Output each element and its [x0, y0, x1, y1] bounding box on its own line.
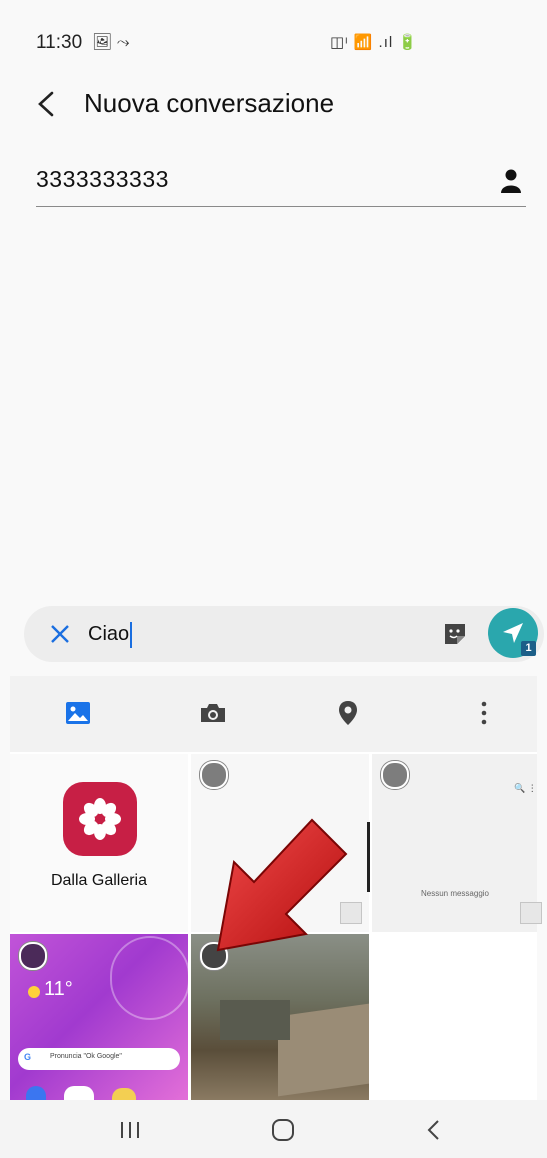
sticker-button[interactable] — [439, 618, 471, 650]
wallpaper-swirl — [110, 936, 190, 1020]
tab-location[interactable] — [323, 690, 373, 736]
more-options-button[interactable] — [459, 690, 509, 736]
flower-icon — [79, 798, 121, 840]
weather-temperature: 11° — [44, 978, 73, 1000]
text-cursor — [130, 621, 133, 648]
sticker-icon — [445, 624, 465, 644]
select-checkbox[interactable] — [19, 942, 47, 970]
sun-icon — [28, 986, 40, 998]
back-arrow-icon — [38, 91, 54, 117]
recent-apps-button[interactable] — [100, 1110, 160, 1150]
status-bar: 11:30 🖼 ⤳ ◫ᶦ 📶 .ıl 🔋 — [0, 0, 547, 80]
location-pin-icon — [339, 701, 357, 725]
message-input[interactable]: Ciao — [88, 619, 418, 649]
thumbnail-edge — [367, 822, 370, 892]
person-icon — [501, 169, 521, 193]
rooftop-shape — [278, 1003, 369, 1097]
contact-picker-button[interactable] — [494, 163, 528, 199]
back-nav-button[interactable] — [404, 1110, 464, 1150]
select-checkbox[interactable] — [200, 761, 228, 789]
expand-icon[interactable] — [520, 902, 542, 924]
gallery-app-icon — [63, 782, 137, 856]
search-pill-text: Pronuncia "Ok Google" — [50, 1053, 122, 1060]
image-icon — [66, 702, 90, 724]
red-arrow-icon — [216, 818, 348, 952]
app-icon — [112, 1088, 136, 1100]
message-text: Ciao — [88, 623, 130, 645]
camera-icon — [201, 704, 225, 722]
app-icon — [26, 1086, 46, 1100]
app-icon — [64, 1086, 94, 1100]
more-vertical-icon — [481, 701, 487, 725]
status-time: 11:30 — [36, 32, 83, 53]
recents-icon — [121, 1122, 139, 1138]
tree-shape — [220, 1000, 290, 1040]
page-title: Nuova conversazione — [84, 88, 335, 118]
gallery-label: Dalla Galleria — [50, 872, 148, 889]
recipient-field[interactable]: 3333333333 — [36, 166, 169, 193]
send-sim-badge: 1 — [521, 641, 536, 656]
back-button[interactable] — [26, 82, 66, 126]
google-g-icon: G — [24, 1052, 32, 1062]
select-checkbox[interactable] — [381, 761, 409, 789]
notification-icons: 🖼 ⤳ — [92, 34, 130, 51]
tab-gallery[interactable] — [53, 690, 103, 736]
home-button[interactable] — [253, 1110, 313, 1150]
recipient-divider — [36, 206, 526, 207]
search-icon: 🔍 ⋮ — [514, 783, 537, 793]
system-status-icons: ◫ᶦ 📶 .ıl 🔋 — [330, 34, 419, 51]
tab-camera[interactable] — [188, 690, 238, 736]
clear-message-button[interactable] — [40, 614, 80, 654]
chevron-left-icon — [427, 1120, 439, 1140]
close-icon — [51, 625, 69, 643]
home-icon — [272, 1119, 294, 1141]
thumbnail-caption: Nessun messaggio — [420, 889, 490, 898]
